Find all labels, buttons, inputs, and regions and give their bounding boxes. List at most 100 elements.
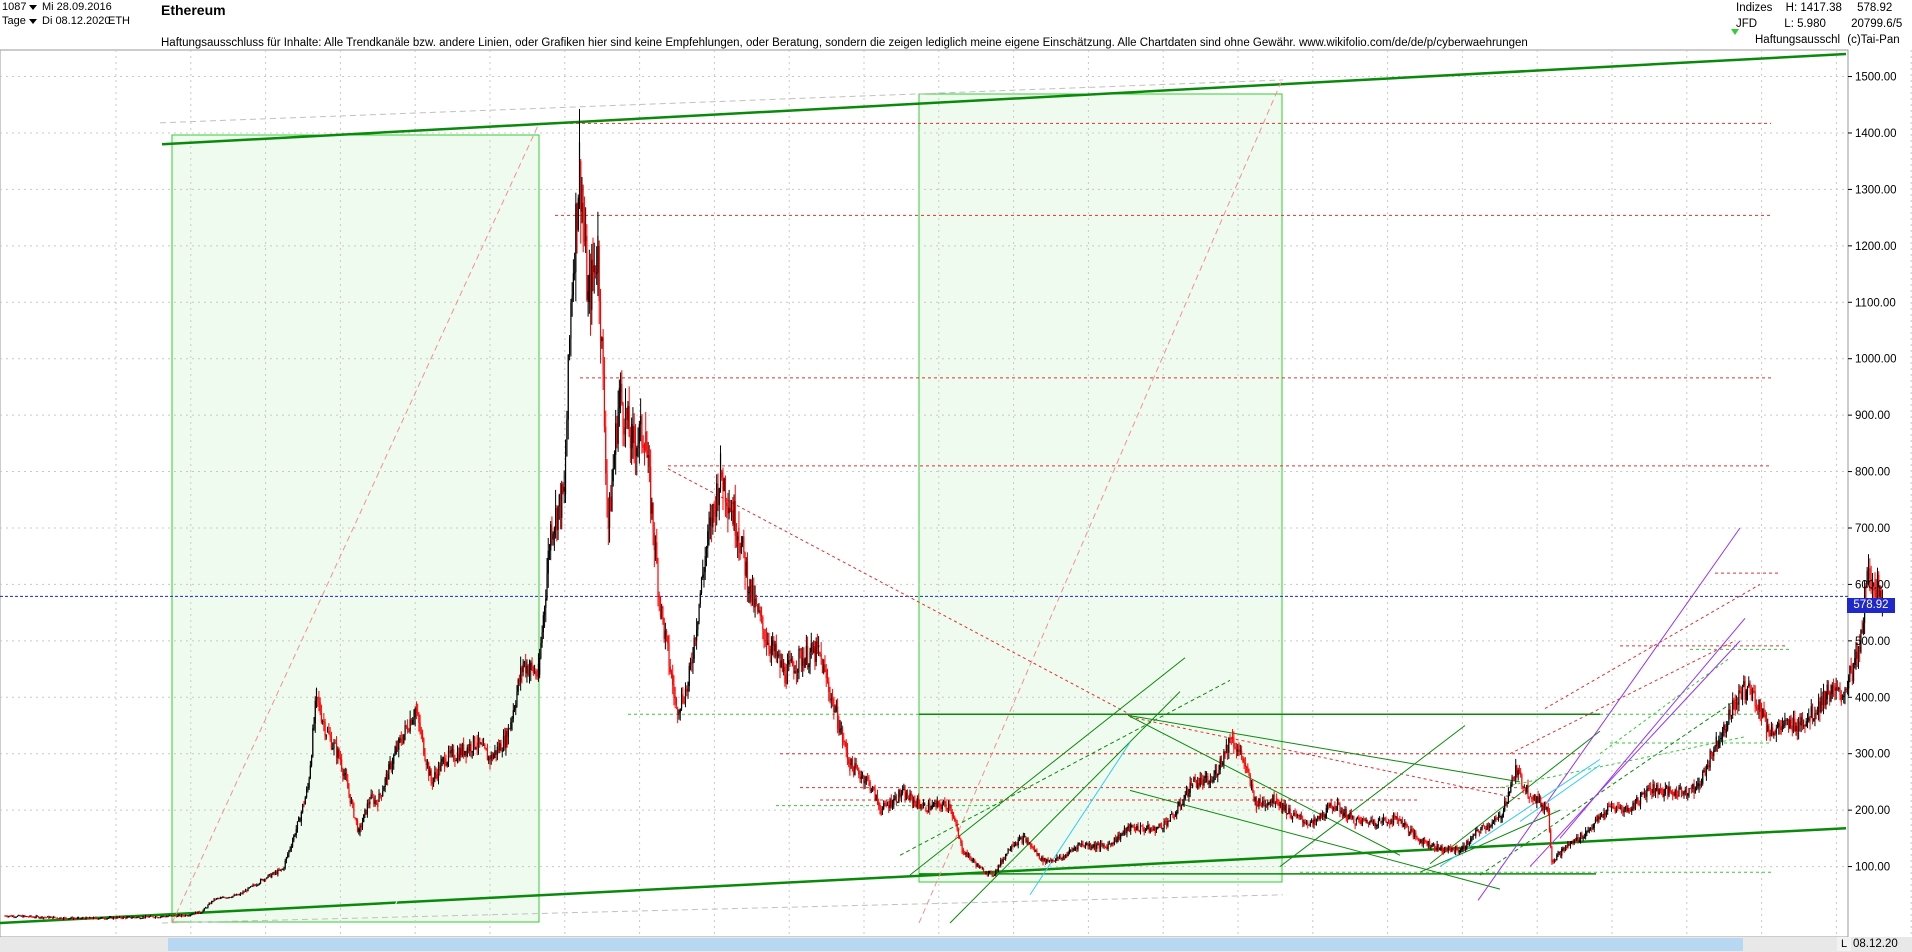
candle-body [1295,814,1297,817]
candle-body [1462,845,1464,850]
candle-body [568,338,571,355]
candle-body [1167,820,1169,826]
candle-body [387,773,389,780]
candle-body [1375,825,1377,827]
candle-body [1091,847,1093,849]
candle-body [997,865,999,871]
candle-body [251,885,253,887]
candle-body [1808,717,1810,721]
candle-body [171,915,173,917]
candle-body [1106,846,1108,850]
candle-body [1203,777,1205,786]
candle-body [1813,719,1815,721]
candle-body [1197,783,1199,788]
price-chart[interactable]: 100.00200.00300.00400.00500.00600.00700.… [0,0,1912,952]
candle-body [1382,817,1385,821]
candle-body [464,750,466,756]
candle-body [927,802,930,813]
candle-body [906,792,909,799]
candle-body [1867,568,1870,571]
candle-body [333,742,335,748]
candle-body [1825,699,1827,706]
candle-body [1628,808,1630,814]
candle-body [332,747,334,750]
candle-body [1566,846,1568,848]
candle-body [1647,788,1649,790]
candle-body [1125,828,1127,834]
candle-body [1650,787,1652,790]
candle-body [979,866,981,868]
candle-body [1770,727,1773,736]
candle-body [192,913,194,915]
candle-body [869,781,871,791]
candle-body [361,822,364,828]
candle-body [1471,836,1473,839]
candle-body [1094,843,1097,849]
candle-body [1869,568,1871,579]
candle-body [1472,834,1474,837]
visible-range-bar[interactable] [168,938,1743,951]
candle-body [412,720,414,725]
candle-body [455,760,457,762]
candle-body [1071,849,1073,851]
candle-body [1531,797,1533,800]
candle-body [758,610,760,612]
candle-body [1561,848,1563,856]
candle-body [1406,824,1408,827]
candle-body [257,884,259,886]
y-tick-label: 400.00 [1855,692,1890,704]
candle-body [598,245,600,302]
candle-body [189,914,192,916]
candle-body [486,750,489,761]
candle-body [1796,726,1798,732]
candle-body [1245,766,1248,768]
candle-body [1369,821,1371,825]
candle-body [518,679,521,682]
log-toggle-button[interactable]: L [1837,937,1851,951]
candle-body [1727,724,1729,730]
candle-body [1501,814,1503,819]
candle-body [1646,789,1648,797]
candle-body [63,917,65,919]
candle-body [1523,787,1525,789]
candle-body [1520,771,1522,775]
candle-body [485,748,487,751]
candle-body [702,574,704,578]
candle-body [749,579,751,593]
candle-body [1556,854,1558,860]
candle-body [1708,765,1710,768]
candle-body [878,801,880,805]
candle-body [1723,724,1725,730]
candle-body [932,804,935,806]
candle-body [611,481,613,511]
candle-body [296,821,299,830]
candle-body [277,869,279,875]
candle-body [593,265,595,273]
candle-body [1762,708,1764,718]
candle-body [934,802,936,805]
candle-body [678,712,680,716]
candle-body [949,803,951,809]
candle-body [911,796,914,804]
candle-body [1624,806,1626,810]
candle-body [1062,856,1064,859]
candle-body [15,916,17,918]
candle-body [310,756,313,766]
candle-body [1658,789,1660,795]
candle-body [288,850,290,855]
candle-body [209,903,212,905]
candle-body [1505,801,1507,804]
candle-body [646,450,648,458]
candle-body [1283,803,1285,811]
candle-body [1031,846,1033,848]
candle-body [149,915,152,917]
candle-body [1670,791,1673,793]
candle-body [1328,805,1330,807]
candle-body [1821,696,1823,706]
candle-body [1854,658,1856,665]
candle-body [208,903,210,905]
candle-body [263,879,265,881]
candle-body [446,762,448,766]
candle-body [829,691,831,701]
candle-body [955,821,957,824]
